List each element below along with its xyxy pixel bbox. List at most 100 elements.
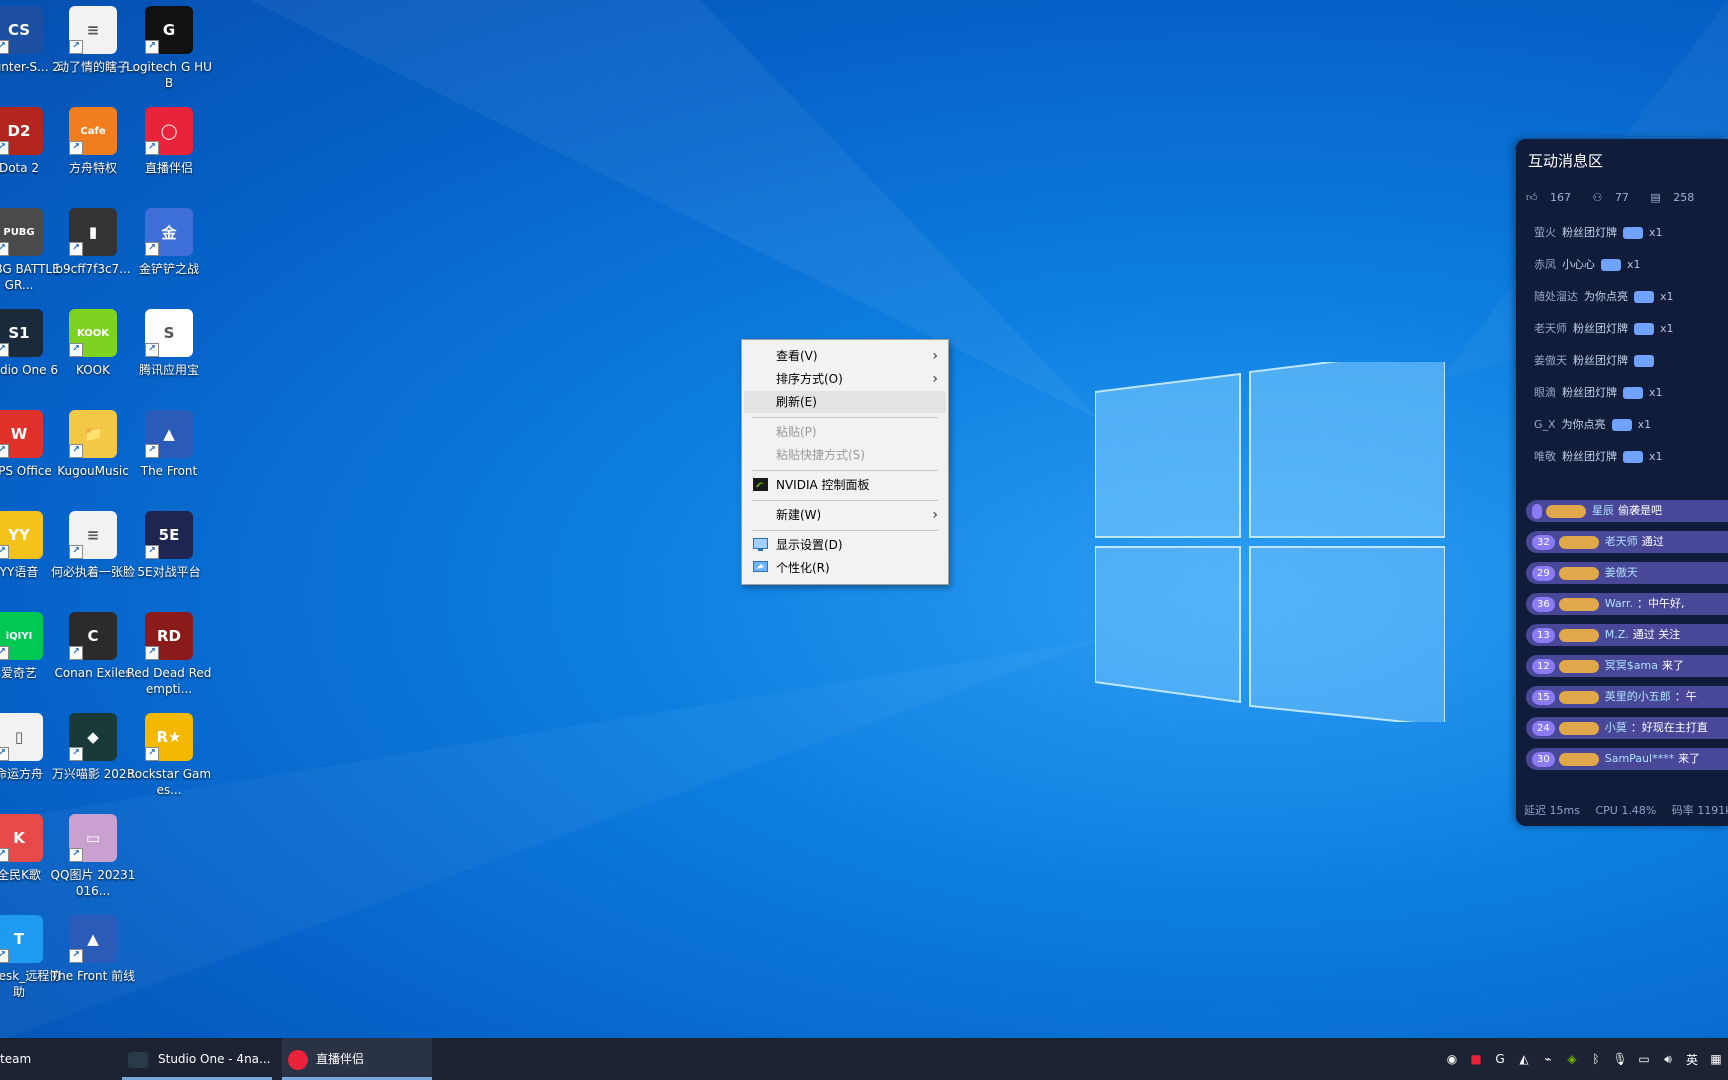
menu-item-new[interactable]: 新建(W) › bbox=[744, 504, 946, 526]
menu-item-sort-by[interactable]: 排序方式(O) › bbox=[744, 368, 946, 390]
desktop-icon[interactable]: R★ ↗ Rockstar Games... bbox=[126, 713, 212, 798]
desktop-icon[interactable]: ≡ ↗ 动了情的瞎子 bbox=[50, 6, 136, 75]
menu-item-display-settings[interactable]: 显示设置(D) bbox=[744, 534, 946, 556]
chat-message[interactable]: 30 SamPaul**** 来了 bbox=[1526, 748, 1728, 770]
gift-user: 姜傲天 bbox=[1534, 354, 1567, 367]
desktop-icon[interactable]: ◆ ↗ 万兴喵影 2023 bbox=[50, 713, 136, 782]
gift-count: x1 bbox=[1660, 322, 1674, 335]
desktop-icon-label: KugouMusic bbox=[57, 464, 129, 478]
desktop-icon-label: QQ图片 20231016... bbox=[50, 868, 136, 898]
studio-tray-icon[interactable]: ◭ bbox=[1516, 1051, 1532, 1067]
app-icon: S1 ↗ bbox=[0, 309, 43, 357]
desktop-icon[interactable]: ▮ ↗ b9cff7f3c7... bbox=[50, 208, 136, 277]
gift-icon bbox=[1623, 227, 1643, 239]
message-icon: ▤ bbox=[1650, 191, 1665, 204]
desktop-icon[interactable]: 📁 ↗ KugouMusic bbox=[50, 410, 136, 479]
app-icon: PUBG ↗ bbox=[0, 208, 43, 256]
menu-item-view[interactable]: 查看(V) › bbox=[744, 345, 946, 367]
shortcut-arrow-icon: ↗ bbox=[69, 40, 83, 54]
desktop-icon[interactable]: ▭ ↗ QQ图片 20231016... bbox=[50, 814, 136, 899]
desktop-icon-label: Logitech G HUB bbox=[126, 60, 212, 90]
latency-text: 延迟 15ms bbox=[1524, 804, 1580, 817]
desktop-icon[interactable]: Cafe ↗ 方舟特权 bbox=[50, 107, 136, 176]
desktop-icon[interactable]: KOOK ↗ KOOK bbox=[50, 309, 136, 378]
chat-message[interactable]: 12 冥冥$ama 来了 bbox=[1526, 655, 1728, 677]
taskbar-item-steam[interactable]: team bbox=[0, 1038, 110, 1080]
desktop-icon[interactable]: S ↗ 腾讯应用宝 bbox=[126, 309, 212, 378]
chat-text: 来了 bbox=[1678, 752, 1701, 765]
desktop-icon[interactable]: 5E ↗ 5E对战平台 bbox=[126, 511, 212, 580]
chat-message[interactable]: 32 老天师 通过 bbox=[1526, 531, 1728, 553]
desktop-icon[interactable]: 金 ↗ 金铲铲之战 bbox=[126, 208, 212, 277]
menu-item-personalize[interactable]: 个性化(R) bbox=[744, 557, 946, 579]
gift-user: G_X bbox=[1534, 418, 1556, 431]
desktop-icon-label: The Front 前线 bbox=[50, 969, 136, 983]
chat-username: 冥冥$ama bbox=[1604, 659, 1658, 672]
display-tray-icon[interactable]: ▭ bbox=[1636, 1051, 1652, 1067]
chevron-right-icon: › bbox=[932, 348, 938, 364]
shortcut-arrow-icon: ↗ bbox=[0, 444, 9, 458]
panel-title: 互动消息区 bbox=[1528, 152, 1604, 170]
volume-icon[interactable]: 🔊︎ bbox=[1660, 1051, 1676, 1067]
taskbar-item-live-companion[interactable]: 直播伴侣 bbox=[282, 1038, 432, 1080]
interaction-panel: 互动消息区 👍︎ 167 ⚇ 77 ▤ 258 萤火 粉丝团灯牌 x1 赤凤 小心心 x1… bbox=[1516, 139, 1728, 826]
desktop-icon[interactable]: C ↗ Conan Exiles bbox=[50, 612, 136, 681]
live-companion-tray-icon[interactable]: ■ bbox=[1468, 1051, 1484, 1067]
network-tray-icon[interactable]: ⌁ bbox=[1540, 1051, 1556, 1067]
gift-count: x1 bbox=[1649, 386, 1663, 399]
menu-item-refresh[interactable]: 刷新(E) bbox=[744, 391, 946, 413]
display-icon bbox=[753, 538, 768, 551]
gift-row: 赤凤 小心心 x1 bbox=[1534, 256, 1641, 272]
desktop-icon-label: 直播伴侣 bbox=[144, 161, 193, 175]
chat-message[interactable]: 29 姜傲天 bbox=[1526, 562, 1728, 584]
desktop-icon-label: 动了情的瞎子 bbox=[56, 60, 129, 74]
gift-icon bbox=[1634, 355, 1654, 367]
chat-message[interactable]: 36 Warr. ：中午好, bbox=[1526, 593, 1728, 615]
shortcut-arrow-icon: ↗ bbox=[69, 646, 83, 660]
ime-indicator[interactable]: 英 bbox=[1684, 1051, 1700, 1067]
app-icon: Cafe ↗ bbox=[69, 107, 117, 155]
app-icon: ▲ ↗ bbox=[145, 410, 193, 458]
chat-message[interactable]: 13 M.Z. 通过 关注 bbox=[1526, 624, 1728, 646]
chat-message[interactable]: 24 小莫 ：好现在主打直 bbox=[1526, 717, 1728, 739]
user-level-badge: 30 bbox=[1532, 751, 1555, 767]
desktop-icon[interactable]: G ↗ Logitech G HUB bbox=[126, 6, 212, 91]
shortcut-arrow-icon: ↗ bbox=[0, 949, 9, 963]
chat-username: SamPaul**** bbox=[1604, 752, 1675, 765]
desktop-icon[interactable]: RD ↗ Red Dead Redempti... bbox=[126, 612, 212, 697]
shortcut-arrow-icon: ↗ bbox=[0, 141, 9, 155]
steam-tray-icon[interactable]: ◉ bbox=[1444, 1051, 1460, 1067]
app-icon: KOOK ↗ bbox=[69, 309, 117, 357]
bluetooth-icon[interactable]: ᛒ bbox=[1588, 1051, 1604, 1067]
desktop-context-menu: 查看(V) › 排序方式(O) › 刷新(E) 粘贴(P) 粘贴快捷方式(S) … bbox=[741, 339, 949, 585]
logitech-tray-icon[interactable]: G bbox=[1492, 1051, 1508, 1067]
desktop-icon[interactable]: ▲ ↗ The Front bbox=[126, 410, 212, 479]
desktop-icon-label: 金铲铲之战 bbox=[138, 262, 199, 276]
panel-footer: 延迟 15ms CPU 1.48% 码率 1191k bbox=[1524, 802, 1728, 818]
desktop-icon[interactable]: ≡ ↗ 何必执着一张脸 bbox=[50, 511, 136, 580]
menu-item-paste[interactable]: 粘贴(P) bbox=[744, 421, 946, 443]
chat-text: ：好现在主打直 bbox=[1630, 721, 1708, 734]
fan-badge bbox=[1546, 504, 1586, 518]
fan-badge bbox=[1558, 721, 1599, 735]
desktop-icon[interactable]: ◯ ↗ 直播伴侣 bbox=[126, 107, 212, 176]
taskbar-item-studio-one[interactable]: Studio One - 4na... bbox=[122, 1038, 272, 1080]
shortcut-arrow-icon: ↗ bbox=[0, 242, 9, 256]
menu-separator bbox=[752, 470, 938, 471]
menu-item-nvidia-control-panel[interactable]: NVIDIA 控制面板 bbox=[744, 474, 946, 496]
microphone-icon[interactable]: 🎙︎ bbox=[1612, 1051, 1628, 1067]
desktop-icon-label: 腾讯应用宝 bbox=[138, 363, 199, 377]
input-method-icon[interactable]: ▦ bbox=[1708, 1051, 1724, 1067]
nvidia-tray-icon[interactable]: ◈ bbox=[1564, 1051, 1580, 1067]
gift-icon bbox=[1634, 291, 1654, 303]
user-level-badge bbox=[1532, 503, 1542, 519]
menu-item-paste-shortcut[interactable]: 粘贴快捷方式(S) bbox=[744, 444, 946, 466]
fan-badge bbox=[1558, 597, 1599, 611]
chat-message[interactable]: 星辰 偷袭是吧 bbox=[1526, 500, 1728, 522]
fan-badge bbox=[1558, 628, 1599, 642]
chat-text: ：中午好, bbox=[1637, 597, 1685, 610]
chat-message[interactable]: 15 英里的小五郎 ：午 bbox=[1526, 686, 1728, 708]
desktop-icon[interactable]: ▲ ↗ The Front 前线 bbox=[50, 915, 136, 984]
gift-icon bbox=[1601, 259, 1621, 271]
gift-count: x1 bbox=[1660, 290, 1674, 303]
